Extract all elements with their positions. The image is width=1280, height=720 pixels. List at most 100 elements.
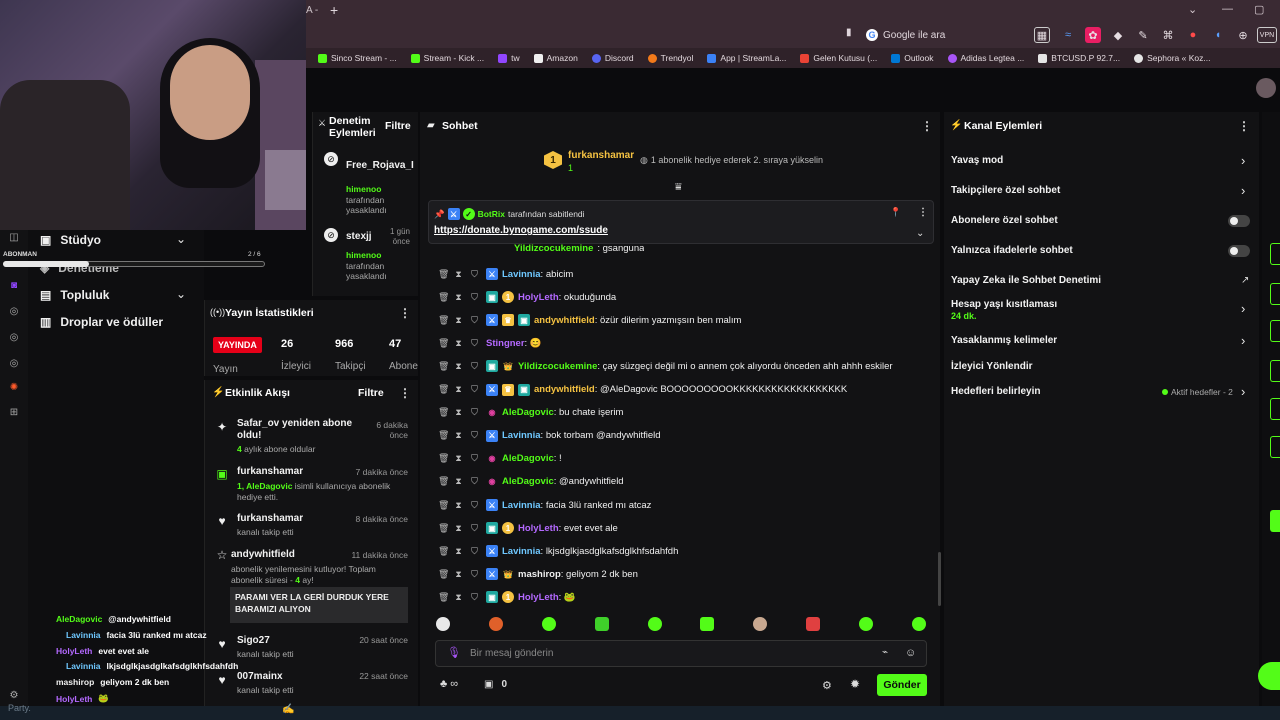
gift-icon[interactable]: ✹ (850, 677, 860, 691)
bookmark-star-icon[interactable]: ▮ (846, 27, 852, 38)
chevron-right-icon[interactable]: › (1241, 153, 1245, 168)
emote-icon[interactable] (594, 617, 609, 631)
chat-message[interactable]: 🗑 ⧗ ⛉ ⚔ ♛ ▣ andywhitfield: özür dilerim yazmış… (438, 311, 741, 329)
chevron-right-icon[interactable]: › (1241, 183, 1245, 198)
trash-icon[interactable]: 🗑 (438, 546, 449, 557)
mod-actions-filter[interactable]: Filtre (385, 120, 411, 132)
shield-icon[interactable]: ⛉ (470, 292, 479, 303)
more-icon[interactable]: ⋮ (399, 386, 411, 400)
bookmark-item[interactable]: Outlook (891, 53, 934, 63)
subs-only-toggle[interactable] (1228, 215, 1250, 227)
shield-icon[interactable]: ⛉ (470, 546, 479, 557)
chat-message[interactable]: 🗑 ⧗ ⛉ ⚔ Lavinnia: facia 3lü ranked mı atcaz (438, 496, 651, 514)
timeout-icon[interactable]: ⧗ (454, 430, 463, 441)
emotes-only-toggle[interactable] (1228, 245, 1250, 257)
shield-icon[interactable]: ⛉ (470, 384, 479, 395)
chat-scrollbar[interactable] (938, 552, 941, 606)
app-icon[interactable]: ✺ (7, 380, 21, 394)
menu-drops[interactable]: ▥ Droplar ve ödüller (40, 315, 163, 329)
trash-icon[interactable]: 🗑 (438, 430, 449, 441)
timeout-icon[interactable]: ⧗ (454, 476, 463, 487)
timeout-icon[interactable]: ⧗ (454, 569, 463, 580)
chevron-right-icon[interactable]: › (1241, 333, 1245, 348)
chevron-right-icon[interactable]: › (1241, 384, 1245, 399)
tool-button[interactable] (1270, 398, 1280, 420)
emote-icon[interactable] (859, 617, 873, 631)
bookmark-item[interactable]: Sinco Stream - ... (318, 53, 397, 63)
shield-icon[interactable]: ⛉ (470, 453, 479, 464)
chat-username[interactable]: andywhitfield (534, 384, 595, 395)
maximize-icon[interactable]: ▢ (1254, 3, 1264, 16)
tab-search-chevron-icon[interactable]: ⌄ (1188, 3, 1197, 16)
trash-icon[interactable]: 🗑 (438, 500, 449, 511)
bookmark-item[interactable]: Sephora « Koz... (1134, 53, 1210, 63)
set-goals[interactable]: Hedefleri belirleyin (951, 386, 1040, 397)
chat-message[interactable]: 🗑 ⧗ ⛉ Stingner: 😊 (438, 334, 542, 352)
chat-message[interactable]: 🗑 ⧗ ⛉ ◉ AleDagovic: bu chate işerim (438, 404, 623, 422)
emote-icon[interactable] (647, 617, 662, 631)
shield-icon[interactable]: ⛉ (470, 315, 479, 326)
chat-username[interactable]: andywhitfield (534, 315, 595, 326)
vpn-icon[interactable]: VPN (1257, 27, 1277, 43)
support-chat-icon[interactable] (1258, 662, 1280, 690)
chat-username[interactable]: HolyLeth (518, 592, 559, 603)
send-button[interactable]: Gönder (877, 674, 927, 696)
external-link-icon[interactable]: ↗ (1241, 275, 1249, 286)
chat-username[interactable]: Lavinnia (502, 546, 541, 557)
shield-icon[interactable]: ⛉ (470, 338, 479, 349)
chat-username[interactable]: mashirop (518, 569, 561, 580)
top-gifter-name[interactable]: furkanshamar (568, 150, 634, 161)
chat-message[interactable]: 🗑 ⧗ ⛉ ⚔ ♛ ▣ andywhitfield: @AleDagovic BOOOOOO… (438, 381, 847, 399)
activity-filter[interactable]: Filtre (358, 387, 384, 399)
shield-icon[interactable]: ⛉ (470, 476, 479, 487)
activity-title-item[interactable]: Sigo27 (237, 635, 270, 647)
more-icon[interactable]: ⋮ (1238, 119, 1250, 133)
bookmark-item[interactable]: Adidas Legtea ... (947, 53, 1024, 63)
timeout-icon[interactable]: ⧗ (454, 361, 463, 372)
tool-button[interactable] (1270, 436, 1280, 458)
chat-message[interactable]: 🗑 ⧗ ⛉ ⚔ Lavinnia: bok torbam @andywhitfield (438, 427, 661, 445)
chat-username[interactable]: AleDagovic (502, 407, 554, 418)
chevron-down-icon[interactable]: ⌄ (176, 232, 186, 246)
timeout-icon[interactable]: ⧗ (454, 546, 463, 557)
emote-icon[interactable] (488, 617, 503, 631)
pinned-link[interactable]: https://donate.bynogame.com/ssude (434, 225, 608, 236)
chevron-right-icon[interactable]: › (1241, 301, 1245, 316)
trash-icon[interactable]: 🗑 (438, 592, 449, 603)
chat-message[interactable]: 🗑 ⧗ ⛉ ◉ AleDagovic: @andywhitfield (438, 473, 624, 491)
chat-message[interactable]: 🗑 ⧗ ⛉ ⚔ Lavinnia: abicim (438, 265, 573, 283)
trash-icon[interactable]: 🗑 (438, 569, 449, 580)
trash-icon[interactable]: 🗑 (438, 269, 449, 280)
account-age-restriction[interactable]: Hesap yaşı kısıtlaması (951, 299, 1057, 310)
activity-title-item[interactable]: 007mainx (237, 671, 283, 683)
emote-icon[interactable] (541, 617, 556, 631)
trash-icon[interactable]: 🗑 (438, 407, 449, 418)
bookmark-item[interactable]: Discord (591, 53, 634, 63)
trash-icon[interactable]: 🗑 (438, 361, 449, 372)
twitch-icon[interactable]: ◙ (7, 278, 21, 292)
chat-message[interactable]: 🗑 ⧗ ⛉ ▣ 👑 Yildizcocukemine: çay süzgeçi değil… (438, 357, 893, 375)
timeout-icon[interactable]: ⧗ (454, 269, 463, 280)
trash-icon[interactable]: 🗑 (438, 523, 449, 534)
emote-icon[interactable] (806, 617, 821, 631)
gear-icon[interactable]: ⚙ (7, 688, 21, 702)
tool-button[interactable] (1270, 283, 1280, 305)
shield-icon[interactable]: ⛉ (470, 361, 479, 372)
timeout-icon[interactable]: ⧗ (454, 500, 463, 511)
chat-message[interactable]: 🗑 ⧗ ⛉ ◉ AleDagovic: ! (438, 450, 562, 468)
add-icon[interactable]: ⊞ (7, 405, 21, 419)
gear-icon[interactable]: ⚙ (822, 679, 832, 692)
emote-icon[interactable] (436, 617, 450, 631)
shield-icon[interactable]: ⛉ (470, 500, 479, 511)
shield-icon[interactable]: ⛉ (470, 407, 479, 418)
emoji-icon[interactable]: ☺ (905, 647, 916, 659)
extension-icon[interactable]: ◖ (1210, 27, 1226, 43)
new-tab-button[interactable]: + (330, 2, 338, 18)
shield-icon[interactable]: ⛉ (470, 592, 479, 603)
chat-message[interactable]: 🗑 ⧗ ⛉ ⚔ Lavinnia: lkjsdglkjasdglkafsdglkhfsd… (438, 542, 678, 560)
shield-icon[interactable]: ⛉ (470, 430, 479, 441)
shield-icon[interactable]: ⛉ (470, 523, 479, 534)
more-icon[interactable]: ⋮ (921, 119, 933, 133)
bookmark-item[interactable]: Stream - Kick ... (410, 53, 484, 63)
menu-studio[interactable]: ▣ Stüdyo (40, 233, 101, 247)
